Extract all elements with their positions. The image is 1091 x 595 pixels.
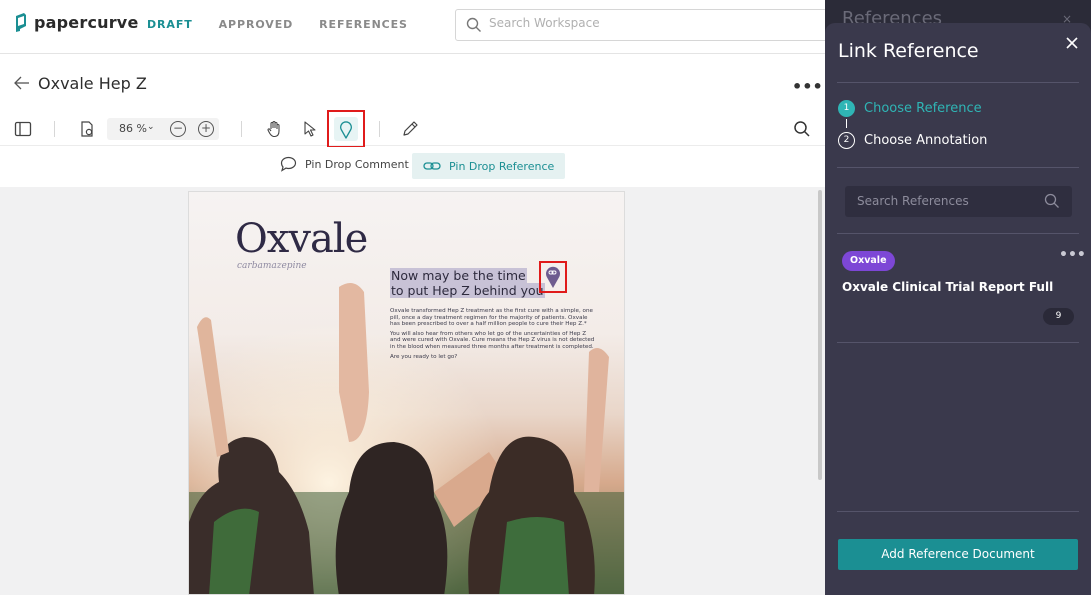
step-number: 1 bbox=[838, 100, 855, 117]
comment-bubble-icon bbox=[280, 156, 297, 172]
back-arrow-icon[interactable] bbox=[14, 76, 30, 90]
body-paragraph: Are you ready to let go? bbox=[390, 353, 458, 360]
step-label: Choose Reference bbox=[864, 101, 982, 116]
step-number: 2 bbox=[838, 132, 855, 149]
reference-search-box bbox=[845, 186, 1072, 217]
pencil-icon[interactable] bbox=[401, 120, 419, 138]
zoom-control: 86 % ⌄ − + bbox=[107, 118, 219, 140]
panel-divider bbox=[837, 342, 1079, 343]
pin-drop-comment-label: Pin Drop Comment bbox=[305, 157, 409, 171]
step-connector bbox=[846, 119, 847, 128]
workspace-search-input[interactable] bbox=[489, 16, 789, 30]
active-tool-highlight bbox=[327, 110, 365, 148]
document-search-icon[interactable] bbox=[793, 120, 811, 138]
page-brand-name: Oxvale bbox=[235, 216, 368, 262]
workspace-search bbox=[455, 9, 835, 41]
add-reference-document-button[interactable]: Add Reference Document bbox=[838, 539, 1078, 570]
document-settings-icon[interactable] bbox=[78, 120, 96, 138]
body-paragraph: Oxvale transformed Hep Z treatment as th… bbox=[390, 308, 593, 328]
document-more-button[interactable]: ••• bbox=[792, 77, 823, 96]
zoom-level[interactable]: 86 % bbox=[119, 122, 147, 135]
toolbar-divider bbox=[54, 121, 55, 137]
panel-divider bbox=[837, 167, 1079, 168]
nav-references[interactable]: REFERENCES bbox=[319, 18, 408, 31]
reference-title[interactable]: Oxvale Clinical Trial Report Full bbox=[842, 280, 1053, 294]
pin-drop-comment-button[interactable]: Pin Drop Comment bbox=[280, 156, 409, 172]
step-label: Choose Annotation bbox=[864, 133, 988, 148]
reference-more-button[interactable]: ••• bbox=[1059, 247, 1086, 263]
document-header: Oxvale Hep Z ••• bbox=[0, 55, 825, 115]
document-title: Oxvale Hep Z bbox=[38, 74, 147, 93]
headline-line-2: to put Hep Z behind you bbox=[390, 283, 545, 298]
select-cursor-icon[interactable] bbox=[301, 120, 319, 138]
page-headline[interactable]: Now may be the time to put Hep Z behind … bbox=[390, 268, 545, 298]
body-paragraph: You will also hear from others who let g… bbox=[390, 330, 595, 350]
pin-drop-reference-label: Pin Drop Reference bbox=[449, 159, 555, 173]
top-bar: papercurve DRAFT APPROVED REFERENCES bbox=[0, 0, 835, 54]
link-icon bbox=[423, 162, 441, 170]
document-toolbar: 86 % ⌄ − + bbox=[0, 112, 825, 146]
panel-divider bbox=[837, 82, 1079, 83]
panel-divider bbox=[837, 233, 1079, 234]
hand-tool-icon[interactable] bbox=[265, 120, 283, 138]
panel-divider bbox=[837, 511, 1079, 512]
toolbar-divider bbox=[241, 121, 242, 137]
step-choose-annotation[interactable]: 2 Choose Annotation bbox=[838, 132, 987, 149]
zoom-in-button[interactable]: + bbox=[198, 121, 214, 137]
reference-card[interactable]: Oxvale ••• Oxvale Clinical Trial Report … bbox=[838, 247, 1086, 331]
link-reference-panel: Link Reference 1 Choose Reference 2 Choo… bbox=[825, 23, 1091, 595]
zoom-out-button[interactable]: − bbox=[170, 121, 186, 137]
search-icon bbox=[466, 17, 481, 32]
close-icon[interactable] bbox=[1065, 36, 1079, 50]
nav-draft[interactable]: DRAFT bbox=[147, 18, 193, 31]
main-nav: DRAFT APPROVED REFERENCES bbox=[147, 18, 408, 31]
pin-drop-reference-button[interactable]: Pin Drop Reference bbox=[412, 153, 566, 179]
annotation-mode-bar: Pin Drop Comment Pin Drop Reference bbox=[0, 147, 825, 187]
headline-line-1: Now may be the time bbox=[390, 268, 527, 283]
toolbar-divider bbox=[379, 121, 380, 137]
reference-tag: Oxvale bbox=[842, 251, 895, 271]
step-choose-reference[interactable]: 1 Choose Reference bbox=[838, 100, 982, 117]
reference-count-badge: 9 bbox=[1043, 308, 1074, 325]
search-icon[interactable] bbox=[1044, 193, 1060, 209]
reference-search-input[interactable] bbox=[857, 194, 1037, 208]
canvas-scrollbar[interactable] bbox=[818, 190, 822, 480]
pin-marker-highlight bbox=[539, 261, 567, 293]
document-page[interactable]: Oxvale carbamazepine Now may be the time… bbox=[188, 191, 625, 595]
logo-text: papercurve bbox=[34, 12, 139, 32]
link-reference-title: Link Reference bbox=[838, 40, 979, 62]
sidebar-toggle-icon[interactable] bbox=[14, 120, 32, 138]
papercurve-logo-icon bbox=[16, 13, 26, 32]
app-logo[interactable]: papercurve bbox=[14, 12, 139, 32]
page-body-copy: Oxvale transformed Hep Z treatment as th… bbox=[390, 308, 595, 363]
chevron-down-icon[interactable]: ⌄ bbox=[147, 122, 155, 132]
page-brand-subtitle: carbamazepine bbox=[237, 261, 307, 271]
nav-approved[interactable]: APPROVED bbox=[219, 18, 294, 31]
